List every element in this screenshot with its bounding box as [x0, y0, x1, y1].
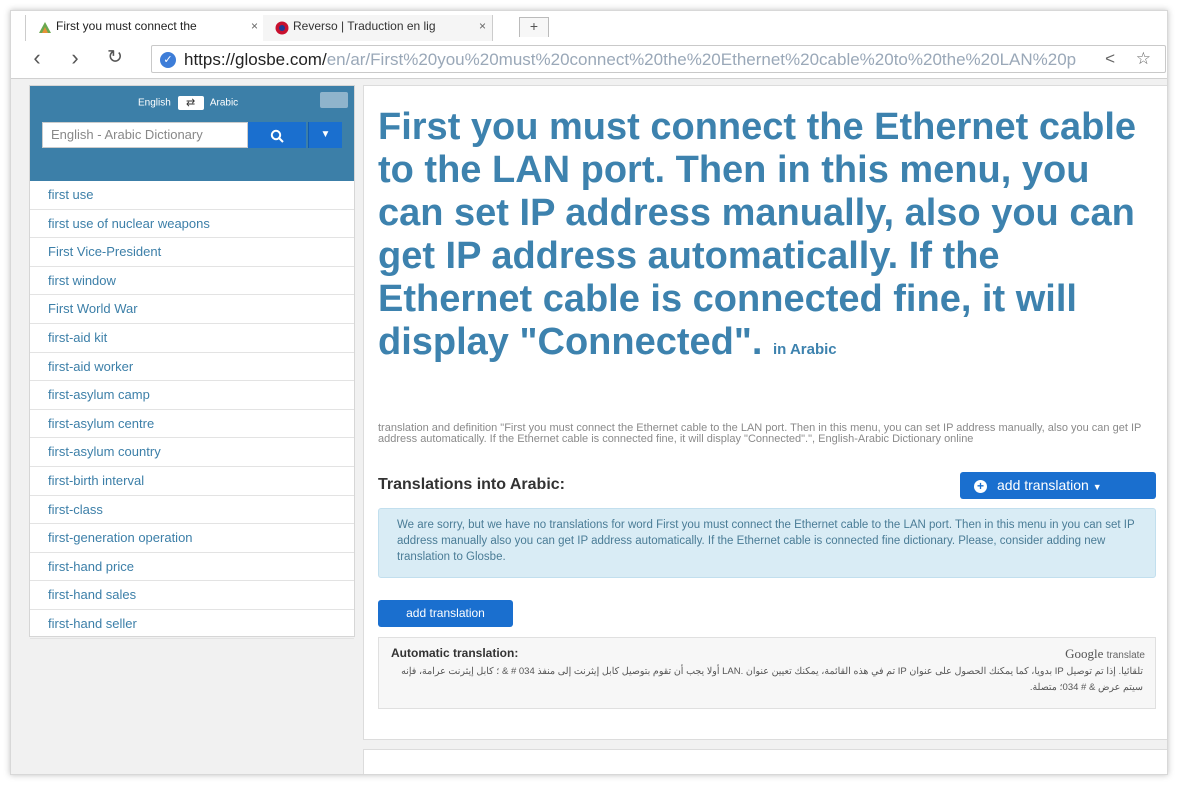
keyboard-icon[interactable] [320, 92, 348, 108]
search-header: English ⇄ Arabic English - Arabic Dictio… [30, 86, 354, 181]
new-tab-button[interactable]: + [519, 17, 549, 37]
lang-from: English [138, 97, 171, 109]
list-item[interactable]: first-hand sales [30, 581, 354, 610]
chevron-down-icon[interactable]: ▼ [308, 122, 342, 148]
list-item[interactable]: first-generation operation [30, 524, 354, 553]
list-item[interactable]: first-class [30, 496, 354, 525]
google-translate-logo: Google translate [1065, 646, 1145, 661]
list-item[interactable]: first-asylum centre [30, 410, 354, 439]
chevron-down-icon: ▼ [1092, 482, 1102, 492]
share-bookmark-icons[interactable]: < ☆ [1105, 49, 1159, 69]
forward-icon[interactable]: › [63, 47, 87, 71]
browser-window: First you must connect the × Reverso | T… [10, 10, 1168, 775]
automatic-translation-label: Automatic translation: [391, 646, 519, 660]
swap-languages-icon[interactable]: ⇄ [177, 96, 204, 110]
search-icon [270, 130, 284, 144]
glosbe-favicon-icon [39, 22, 51, 33]
plus-circle-icon: + [974, 480, 987, 493]
word-list: first use first use of nuclear weapons F… [30, 181, 354, 639]
language-switch: English ⇄ Arabic [138, 96, 238, 110]
back-icon[interactable]: ‹ [25, 47, 49, 71]
list-item[interactable]: first-birth interval [30, 467, 354, 496]
url-text[interactable]: https://glosbe.com/en/ar/First%20you%20m… [184, 50, 1104, 70]
list-item[interactable]: first use of nuclear weapons [30, 210, 354, 239]
list-item[interactable]: first-asylum country [30, 438, 354, 467]
list-item[interactable]: first-hand price [30, 553, 354, 582]
list-item[interactable]: first window [30, 267, 354, 296]
tab-reverso[interactable]: Reverso | Traduction en lig × [263, 15, 493, 41]
address-toolbar: ‹ › ↻ ✓ https://glosbe.com/en/ar/First%2… [11, 41, 1167, 79]
add-translation-dropdown[interactable]: + add translation ▼ [960, 472, 1156, 499]
list-item[interactable]: first-hand seller [30, 610, 354, 639]
list-item[interactable]: first use [30, 181, 354, 210]
list-item[interactable]: first-aid kit [30, 324, 354, 353]
page-title: First you must connect the Ethernet cabl… [378, 106, 1137, 363]
list-item[interactable]: first-aid worker [30, 353, 354, 382]
no-translation-notice: We are sorry, but we have no translation… [378, 508, 1156, 578]
list-item[interactable]: first-asylum camp [30, 381, 354, 410]
dictionary-sidebar: English ⇄ Arabic English - Arabic Dictio… [29, 85, 355, 639]
translations-heading: Translations into Arabic: [378, 476, 565, 493]
list-item[interactable]: First Vice-President [30, 238, 354, 267]
close-tab-icon[interactable]: × [479, 19, 486, 33]
search-input[interactable]: English - Arabic Dictionary [42, 122, 248, 148]
lang-to: Arabic [209, 97, 239, 109]
tab-glosbe[interactable]: First you must connect the × [25, 15, 265, 41]
tab-strip: First you must connect the × Reverso | T… [11, 11, 1167, 41]
main-content: First you must connect the Ethernet cabl… [363, 85, 1167, 740]
definition-text: translation and definition "First you mu… [378, 422, 1142, 445]
in-language-label: in Arabic [773, 341, 837, 358]
automatic-translation-text: تلقائيا. إذا تم توصيل IP بدويا، كما يمكن… [401, 666, 1143, 693]
automatic-translation-box: Automatic translation: Google translate … [378, 637, 1156, 709]
secondary-panel [363, 749, 1167, 774]
list-item[interactable]: First World War [30, 295, 354, 324]
tab-title: First you must connect the [56, 19, 197, 33]
reload-icon[interactable]: ↻ [103, 47, 127, 71]
secure-check-icon: ✓ [160, 52, 176, 68]
close-tab-icon[interactable]: × [251, 19, 258, 33]
tab-title: Reverso | Traduction en lig [293, 19, 436, 33]
address-bar[interactable]: ✓ https://glosbe.com/en/ar/First%20you%2… [151, 45, 1166, 73]
search-button[interactable] [248, 122, 306, 148]
add-translation-button[interactable]: add translation [378, 600, 513, 627]
reverso-favicon-icon [275, 21, 289, 35]
